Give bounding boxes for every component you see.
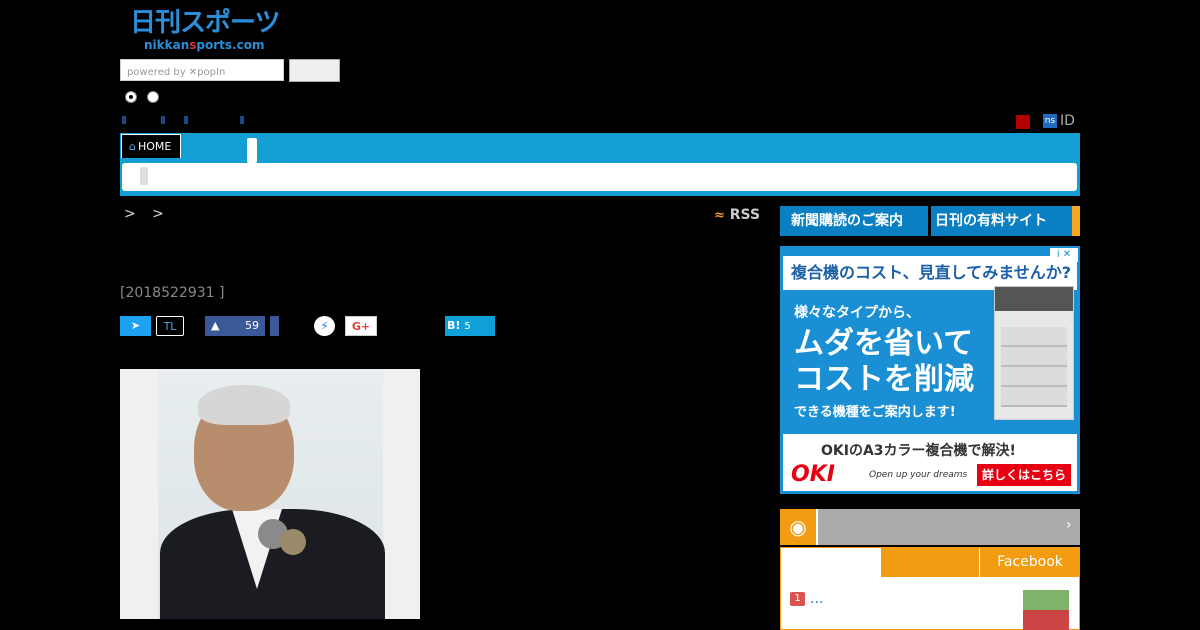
thumbs-up-icon: ▲ — [211, 319, 220, 332]
ad-header: 複合機のコスト、見直してみませんか? — [783, 256, 1077, 290]
sub-nav-tab[interactable] — [140, 167, 148, 185]
ad-headline: ムダを省いて コストを削減 — [794, 326, 974, 397]
adchoices-icon[interactable]: i ✕ — [1050, 248, 1078, 262]
advertisement-banner[interactable]: 複合機のコスト、見直してみませんか? i ✕ 様々なタイプから、 ムダを省いて … — [780, 246, 1080, 494]
ad-cta-button[interactable]: 詳しくはこちら — [977, 464, 1071, 486]
header-link-marker[interactable] — [184, 116, 188, 124]
oki-logo: OKI — [791, 462, 835, 487]
sub-nav-bar — [122, 163, 1077, 191]
search-scope-radio-site[interactable] — [125, 91, 137, 103]
logo-title: 日刊スポーツ — [130, 8, 280, 38]
ad-footer-text: OKIのA3カラー複合機で解決! — [821, 443, 1016, 459]
subscribe-button[interactable]: 新聞購読のご案内 — [780, 206, 928, 236]
ad-subtext: 様々なタイプから、 — [794, 305, 920, 321]
header-link-marker[interactable] — [161, 116, 165, 124]
ranking-thumbnail[interactable] — [1023, 590, 1069, 630]
logo-domain: nikkansports.com — [144, 38, 265, 52]
rss-icon: ≈ — [714, 208, 725, 223]
microphone-icon — [280, 529, 306, 555]
ranking-medal-icon: ◉ — [780, 509, 818, 545]
rss-link[interactable]: ≈ RSS — [714, 207, 760, 223]
article-photo[interactable] — [120, 369, 420, 619]
rss-label: RSS — [729, 207, 761, 223]
search-button[interactable] — [289, 59, 340, 82]
ranking-tab[interactable] — [881, 547, 979, 577]
article-date: [2018522931 ] — [120, 285, 225, 301]
facebook-share-button[interactable] — [270, 316, 279, 336]
login-id-link[interactable]: ID — [1060, 113, 1075, 129]
ns-id-badge[interactable]: ns — [1043, 114, 1057, 128]
home-icon: ⌂ — [129, 140, 136, 153]
breadcrumb[interactable]: > > — [124, 206, 170, 222]
twitter-icon: ➤ — [130, 319, 141, 332]
ad-subtext: できる機種をご案内します! — [794, 405, 956, 420]
nav-home-label: HOME — [137, 140, 172, 153]
printer-image — [994, 286, 1074, 420]
google-plus-button[interactable]: G+ — [345, 316, 377, 336]
header-link-marker[interactable] — [122, 116, 126, 124]
ad-footer: OKIのA3カラー複合機で解決! OKI Open up your dreams… — [783, 434, 1077, 491]
nav-tab[interactable] — [247, 138, 257, 163]
mail-icon[interactable] — [1016, 115, 1030, 129]
hatena-bookmark-button[interactable]: B! 5 — [445, 316, 495, 336]
chevron-right-icon[interactable]: › — [1066, 517, 1072, 533]
hatena-label: B! — [447, 319, 461, 332]
messenger-icon[interactable]: ⚡ — [314, 316, 335, 336]
photo-hair — [198, 385, 290, 425]
search-scope-radio-web[interactable] — [147, 91, 159, 103]
paid-site-button[interactable]: 日刊の有料サイト — [931, 206, 1080, 236]
hatena-count: 5 — [464, 321, 471, 332]
like-count: 59 — [245, 319, 259, 332]
search-placeholder: powered by ✕popIn — [127, 67, 226, 78]
site-logo[interactable]: 日刊スポーツ nikkansports.com — [130, 8, 290, 56]
ad-slogan: Open up your dreams — [869, 470, 968, 480]
ranking-number: 1 — [790, 592, 805, 606]
search-input[interactable]: powered by ✕popIn — [120, 59, 284, 81]
ranking-header[interactable] — [780, 509, 1080, 545]
nav-home-tab[interactable]: ⌂ HOME — [121, 134, 181, 158]
twitter-share-button[interactable]: ➤ — [120, 316, 151, 336]
ranking-item-link[interactable]: ... — [810, 591, 823, 607]
facebook-like-button[interactable]: ▲ 59 — [205, 316, 265, 336]
ranking-tab-facebook[interactable]: Facebook — [980, 547, 1080, 577]
twitter-timeline-button[interactable]: TL — [156, 316, 184, 336]
header-link-marker[interactable] — [240, 116, 244, 124]
